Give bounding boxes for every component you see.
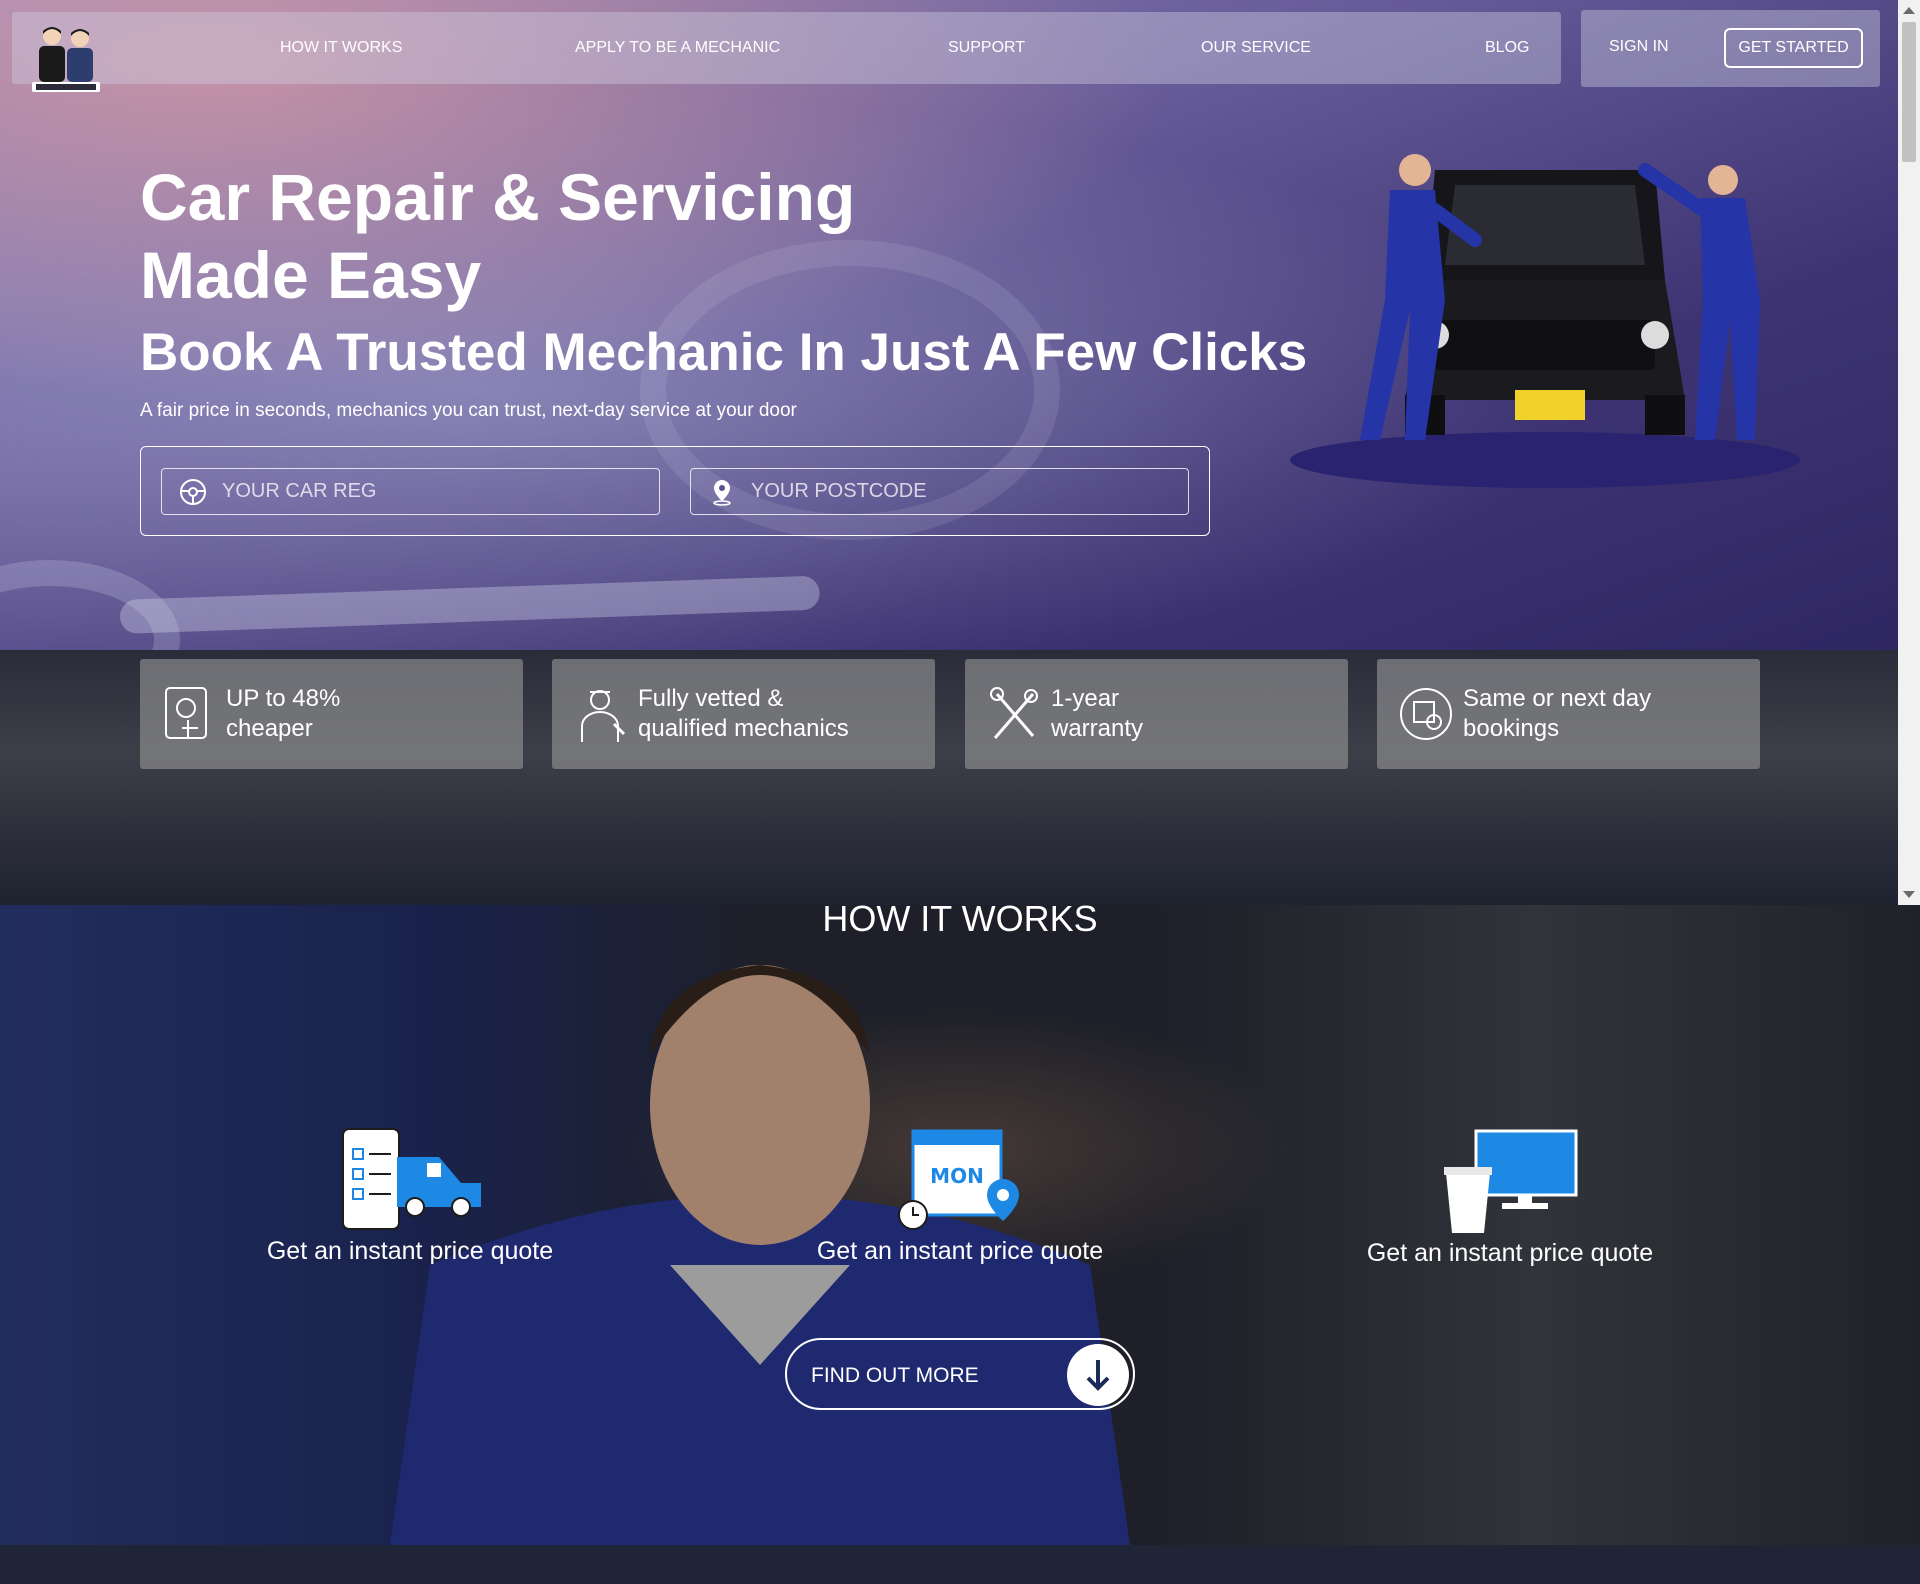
nav-blog[interactable]: BLOG <box>1485 39 1529 57</box>
hero-section: HOW IT WORKS APPLY TO BE A MECHANIC SUPP… <box>0 0 1898 650</box>
auth-panel: SIGN IN GET STARTED <box>1581 10 1880 87</box>
how-step-1-label: Get an instant price quote <box>266 1237 554 1265</box>
features-strip: UP to 48% cheaper Fully vetted & qualifi… <box>0 650 1898 905</box>
mechanics-with-car-illustration <box>1290 154 1800 488</box>
how-step-1: Get an instant price quote <box>250 1127 570 1266</box>
how-it-works-section: HOW IT WORKS Get an instant price quote … <box>0 905 1920 1545</box>
how-step-2: MON Get an instant price quote <box>800 1127 1120 1266</box>
calendar-day-text: MON <box>930 1164 984 1188</box>
feature-card-cheaper: UP to 48% cheaper <box>140 659 523 769</box>
postcode-field <box>690 468 1189 515</box>
car-reg-field <box>161 468 660 515</box>
steering-wheel-icon <box>180 478 206 505</box>
calendar-clock-icon <box>1400 688 1452 740</box>
sign-in-link[interactable]: SIGN IN <box>1609 38 1669 56</box>
hero-tagline: A fair price in seconds, mechanics you c… <box>140 400 797 421</box>
how-step-3: Get an instant price quote <box>1350 1127 1670 1268</box>
get-started-button[interactable]: GET STARTED <box>1724 28 1863 68</box>
nav-how-it-works[interactable]: HOW IT WORKS <box>280 39 402 57</box>
find-out-more-button[interactable]: FIND OUT MORE <box>785 1338 1135 1410</box>
calendar-location-icon: MON <box>898 1129 1019 1230</box>
arrow-down-icon <box>1067 1344 1129 1406</box>
hero-background-wrench <box>119 575 821 634</box>
location-pin-icon <box>713 479 731 506</box>
feature-cheaper-text: UP to 48% cheaper <box>226 685 341 742</box>
postcode-input[interactable] <box>737 480 1188 503</box>
nav-support[interactable]: SUPPORT <box>948 39 1025 57</box>
search-form <box>140 446 1210 536</box>
scroll-down-arrow-icon[interactable] <box>1903 891 1915 898</box>
how-step-2-label: Get an instant price quote <box>816 1237 1104 1265</box>
how-it-works-title: HOW IT WORKS <box>822 905 1098 939</box>
nav-apply-mechanic[interactable]: APPLY TO BE A MECHANIC <box>575 39 780 57</box>
feature-bookings-text: Same or next day bookings <box>1463 685 1652 742</box>
feature-card-bookings: Same or next day bookings <box>1377 659 1760 769</box>
page-scrollbar[interactable] <box>1898 0 1920 905</box>
feature-vetted-text: Fully vetted & qualified mechanics <box>638 685 849 742</box>
page-bottom-bar <box>0 1545 1920 1584</box>
monitor-cup-icon <box>1444 1129 1578 1233</box>
checklist-van-icon <box>342 1128 481 1230</box>
nav-our-service[interactable]: OUR SERVICE <box>1201 39 1311 57</box>
how-step-3-label: Get an instant price quote <box>1366 1239 1654 1267</box>
hero-subtitle: Book A Trusted Mechanic In Just A Few Cl… <box>140 323 1308 382</box>
car-reg-input[interactable] <box>208 480 659 503</box>
phone-tap-icon <box>165 687 207 739</box>
tools-icon <box>990 687 1038 739</box>
scrollbar-thumb[interactable] <box>1902 22 1916 162</box>
feature-warranty-text: 1-year warranty <box>1051 685 1144 742</box>
brand-logo[interactable] <box>30 22 102 96</box>
mechanic-icon <box>581 690 626 742</box>
scroll-up-arrow-icon[interactable] <box>1903 7 1915 14</box>
top-navigation: HOW IT WORKS APPLY TO BE A MECHANIC SUPP… <box>12 12 1561 92</box>
hero-title: Car Repair & Servicing Made Easy <box>140 160 856 312</box>
feature-card-warranty: 1-year warranty <box>965 659 1348 769</box>
find-out-more-label: FIND OUT MORE <box>811 1364 979 1387</box>
feature-card-vetted: Fully vetted & qualified mechanics <box>552 659 935 769</box>
